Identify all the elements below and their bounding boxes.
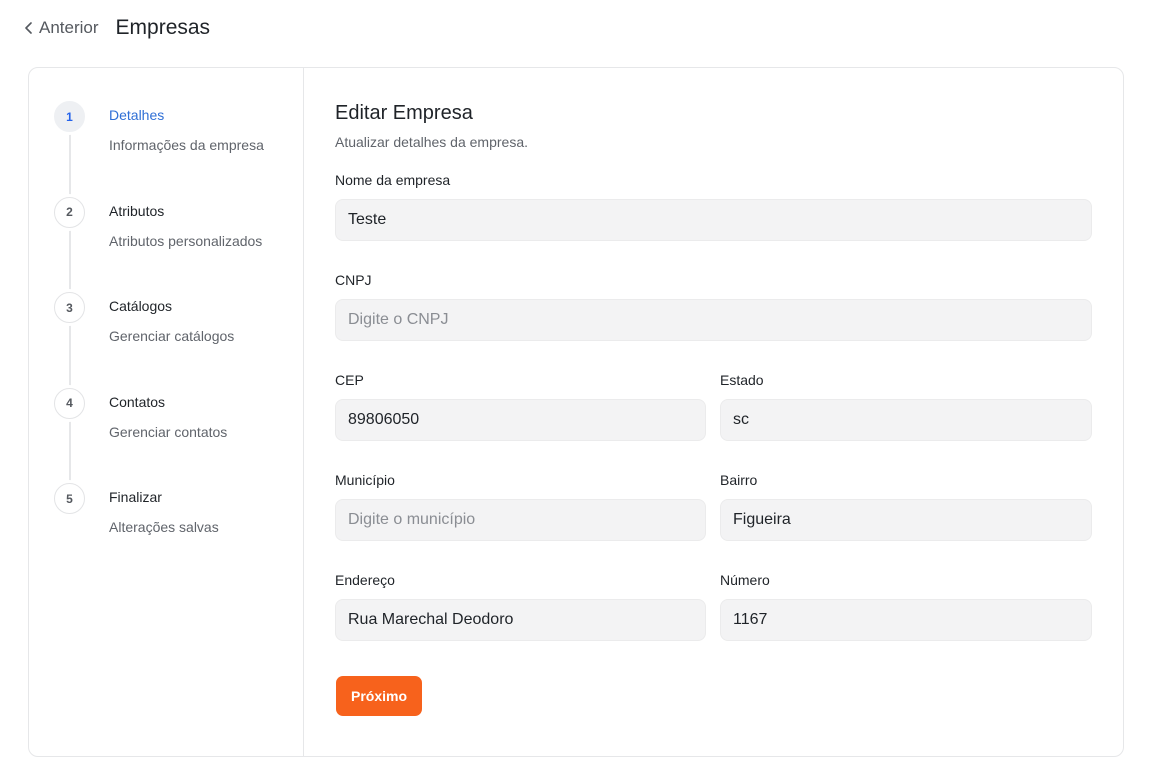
step-contatos[interactable]: 4 Contatos Gerenciar contatos	[29, 386, 303, 482]
back-label[interactable]: Anterior	[39, 18, 99, 38]
step-subtitle: Atributos personalizados	[109, 232, 263, 249]
company-name-input[interactable]: Teste	[335, 199, 1092, 241]
step-number: 3	[54, 292, 85, 323]
header: Anterior Empresas	[24, 14, 210, 42]
numero-field: Número 1167	[720, 572, 1092, 641]
step-catalogos[interactable]: 3 Catálogos Gerenciar catálogos	[29, 290, 303, 386]
numero-input[interactable]: 1167	[720, 599, 1092, 641]
cep-input[interactable]: 89806050	[335, 399, 706, 441]
endereco-input[interactable]: Rua Marechal Deodoro	[335, 599, 706, 641]
form-subtitle: Atualizar detalhes da empresa.	[335, 134, 528, 150]
company-form: Editar Empresa Atualizar detalhes da emp…	[304, 68, 1123, 756]
cep-field: CEP 89806050	[335, 372, 706, 441]
cnpj-input[interactable]: Digite o CNPJ	[335, 299, 1092, 341]
step-detalhes[interactable]: 1 Detalhes Informações da empresa	[29, 99, 303, 195]
estado-label: Estado	[720, 372, 764, 388]
step-title: Detalhes	[109, 107, 165, 123]
stepper: 1 Detalhes Informações da empresa 2 Atri…	[29, 68, 304, 756]
step-subtitle: Alterações salvas	[109, 519, 219, 535]
estado-input[interactable]: sc	[720, 399, 1092, 441]
page-title: Empresas	[115, 16, 211, 39]
company-name-field: Nome da empresa Teste	[335, 172, 1092, 241]
numero-label: Número	[720, 572, 770, 588]
back-link[interactable]: Anterior	[24, 18, 99, 38]
cnpj-label: CNPJ	[335, 272, 372, 288]
step-subtitle: Gerenciar catálogos	[109, 328, 235, 344]
step-number: 4	[54, 387, 85, 419]
municipio-field: Município Digite o município	[335, 472, 706, 541]
step-title: Atributos	[109, 202, 165, 219]
endereco-field: Endereço Rua Marechal Deodoro	[335, 572, 706, 641]
step-number: 1	[54, 101, 85, 132]
step-title: Finalizar	[109, 489, 162, 505]
step-title: Contatos	[109, 393, 166, 410]
step-number: 5	[54, 483, 85, 514]
company-name-label: Nome da empresa	[335, 172, 451, 188]
cnpj-field: CNPJ Digite o CNPJ	[335, 272, 1092, 341]
bairro-field: Bairro Figueira	[720, 472, 1092, 541]
step-number: 2	[54, 196, 85, 228]
step-subtitle: Gerenciar contatos	[109, 423, 228, 440]
edit-company-card: 1 Detalhes Informações da empresa 2 Atri…	[28, 67, 1124, 757]
step-atributos[interactable]: 2 Atributos Atributos personalizados	[29, 195, 303, 291]
municipio-label: Município	[335, 472, 395, 488]
chevron-left-icon	[25, 22, 32, 34]
cep-label: CEP	[335, 372, 364, 388]
step-subtitle: Informações da empresa	[109, 137, 264, 153]
step-finalizar[interactable]: 5 Finalizar Alterações salvas	[29, 481, 303, 577]
endereco-label: Endereço	[335, 572, 395, 588]
estado-field: Estado sc	[720, 372, 1092, 441]
municipio-input[interactable]: Digite o município	[335, 499, 706, 541]
step-title: Catálogos	[109, 298, 173, 314]
bairro-input[interactable]: Figueira	[720, 499, 1092, 541]
next-button[interactable]: Próximo	[336, 676, 422, 716]
form-title: Editar Empresa	[335, 102, 473, 124]
bairro-label: Bairro	[720, 472, 758, 488]
